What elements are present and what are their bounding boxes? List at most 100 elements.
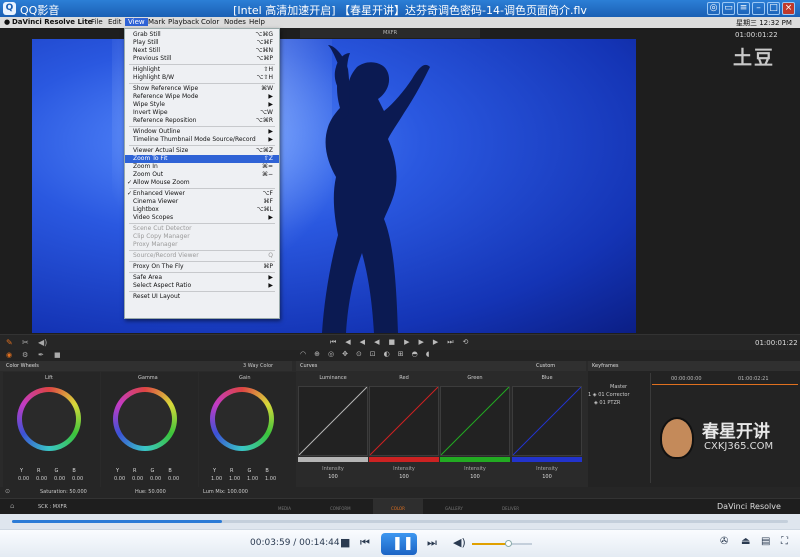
gain-y-value[interactable]: 1.00 (211, 476, 222, 482)
maximize-icon[interactable]: □ (767, 2, 780, 15)
pencil-icon[interactable]: ✎ (6, 338, 13, 347)
menu-color[interactable]: Color (201, 18, 219, 26)
menu-item-viewer-actual-size[interactable]: Viewer Actual Size ⌥⌘Z (125, 147, 279, 155)
playlist-icon[interactable]: ▤ (761, 536, 770, 547)
menu-item-reference-reposition[interactable]: Reference Reposition ⌥⌘R (125, 117, 279, 125)
green-curve[interactable] (440, 386, 510, 456)
transport-controls[interactable]: ⏮◀◀◀■▶▶▶⏭⟲ (330, 338, 477, 347)
menu-item-proxy-on-the-fly[interactable]: Proxy On The Fly ⌘P (125, 263, 279, 271)
menu-item-zoom-out[interactable]: Zoom Out ⌘− (125, 171, 279, 179)
keyframe-row-corrector[interactable]: 1 ◈ 01 Corrector (588, 392, 630, 398)
lift-r-value[interactable]: 0.00 (36, 476, 47, 482)
luminance-curve[interactable] (298, 386, 368, 456)
gain-color-wheel[interactable] (210, 387, 274, 451)
menu-mark[interactable]: Mark (148, 18, 165, 26)
green-intensity-value[interactable]: 100 (440, 474, 510, 480)
menu-item-enhanced-viewer[interactable]: ✓ Enhanced Viewer ⌥F (125, 190, 279, 198)
gain-b-value[interactable]: 1.00 (265, 476, 276, 482)
blue-intensity-value[interactable]: 100 (512, 474, 582, 480)
menu-item-next-still[interactable]: Next Still ⌥⌘N (125, 47, 279, 55)
palette-tabs[interactable]: ◠⊕◎✥⊙⊡◐⊞◓◖ (300, 350, 437, 358)
luminance-intensity-value[interactable]: 100 (298, 474, 368, 480)
app-menu[interactable]: DaVinci Resolve Lite (12, 18, 92, 26)
lum-mix-value[interactable]: Lum Mix: 100.000 (203, 489, 248, 495)
volume-knob[interactable] (505, 540, 512, 547)
minimize-icon[interactable]: – (752, 2, 765, 15)
tab-color[interactable]: COLOR (391, 506, 405, 511)
gamma-color-wheel[interactable] (113, 387, 177, 451)
lift-color-wheel[interactable] (17, 387, 81, 451)
menu-item-window-outline[interactable]: Window Outline ▶ (125, 128, 279, 136)
home-icon[interactable]: ⌂ (10, 502, 14, 510)
lift-g-value[interactable]: 0.00 (54, 476, 65, 482)
pause-button[interactable]: ❚❚ (381, 533, 417, 555)
seek-bar[interactable] (0, 514, 800, 529)
menu-item-play-still[interactable]: Play Still ⌥⌘F (125, 39, 279, 47)
menu-item-select-aspect-ratio[interactable]: Select Aspect Ratio ▶ (125, 282, 279, 290)
menu-item-lightbox[interactable]: Lightbox ⌥⌘L (125, 206, 279, 214)
menu-help[interactable]: Help (249, 18, 265, 26)
tab-gallery[interactable]: GALLERY (445, 506, 463, 511)
lift-b-value[interactable]: 0.00 (72, 476, 83, 482)
red-intensity-value[interactable]: 100 (369, 474, 439, 480)
stop-icon[interactable]: ■ (340, 536, 350, 549)
menu-item-cinema-viewer[interactable]: Cinema Viewer ⌘F (125, 198, 279, 206)
menu-item-allow-mouse-zoom[interactable]: ✓ Allow Mouse Zoom (125, 179, 279, 187)
curves-mode-select[interactable]: Custom (536, 363, 555, 369)
menu-item-previous-still[interactable]: Previous Still ⌥⌘P (125, 55, 279, 63)
gain-g-value[interactable]: 1.00 (247, 476, 258, 482)
blue-curve[interactable] (512, 386, 582, 456)
tab-conform[interactable]: CONFORM (330, 506, 351, 511)
menu-file[interactable]: File (91, 18, 103, 26)
hue-value[interactable]: Hue: 50.000 (135, 489, 166, 495)
menu-item-reset-ui-layout[interactable]: Reset UI Layout (125, 293, 279, 301)
apple-icon[interactable]: ● (4, 18, 10, 26)
eject-icon[interactable]: ⏏ (741, 536, 750, 547)
gain-r-value[interactable]: 1.00 (229, 476, 240, 482)
gamma-g-value[interactable]: 0.00 (150, 476, 161, 482)
red-curve[interactable] (369, 386, 439, 456)
scissors-icon[interactable]: ✂ (22, 338, 29, 347)
tracker-tool-icon[interactable]: ⚙ (22, 351, 28, 359)
reset-icon[interactable]: ⊙ (5, 488, 10, 495)
menu-nodes[interactable]: Nodes (224, 18, 246, 26)
menu-item-timeline-thumbnail-mode-source-record[interactable]: Timeline Thumbnail Mode Source/Record ▶ (125, 136, 279, 144)
menu-item-highlight-b-w[interactable]: Highlight B/W ⌥⇧H (125, 74, 279, 82)
menu-item-zoom-in[interactable]: Zoom In ⌘= (125, 163, 279, 171)
color-wheel-tool-icon[interactable]: ◉ (6, 351, 12, 359)
menu-item-reference-wipe-mode[interactable]: Reference Wipe Mode ▶ (125, 93, 279, 101)
volume-icon[interactable]: ◀) (453, 536, 466, 549)
menu-edit[interactable]: Edit (108, 18, 122, 26)
menu-item-wipe-style[interactable]: Wipe Style ▶ (125, 101, 279, 109)
tab-deliver[interactable]: DELIVER (502, 506, 519, 511)
lift-y-value[interactable]: 0.00 (18, 476, 29, 482)
next-icon[interactable]: ⏭ (427, 536, 437, 550)
eyedropper-icon[interactable]: ✒ (38, 351, 44, 359)
menu-item-safe-area[interactable]: Safe Area ▶ (125, 274, 279, 282)
keyframe-row-ptzr[interactable]: ◈ 01 PTZR (594, 400, 620, 406)
menu-item-video-scopes[interactable]: Video Scopes ▶ (125, 214, 279, 222)
gamma-b-value[interactable]: 0.00 (168, 476, 179, 482)
gamma-r-value[interactable]: 0.00 (132, 476, 143, 482)
menu-item-invert-wipe[interactable]: Invert Wipe ⌥W (125, 109, 279, 117)
tab-media[interactable]: MEDIA (278, 506, 291, 511)
menu-item-zoom-to-fit[interactable]: Zoom To Fit ⇧Z (125, 155, 279, 163)
pin-icon[interactable]: ◎ (707, 2, 720, 15)
keyframe-row-master[interactable]: Master (610, 384, 627, 390)
menu-icon[interactable]: ≡ (737, 2, 750, 15)
camera-icon[interactable]: ■ (54, 351, 61, 359)
menu-playback[interactable]: Playback (168, 18, 199, 26)
wheel-mode-select[interactable]: 3 Way Color (243, 363, 273, 369)
gamma-y-value[interactable]: 0.00 (114, 476, 125, 482)
speaker-icon[interactable]: ◀) (38, 338, 47, 347)
menu-item-grab-still[interactable]: Grab Still ⌥⌘G (125, 31, 279, 39)
menu-item-highlight[interactable]: Highlight ⇧H (125, 66, 279, 74)
menu-view[interactable]: View (125, 18, 148, 26)
skin-icon[interactable]: ▭ (722, 2, 735, 15)
saturation-value[interactable]: Saturation: 50.000 (40, 489, 87, 495)
tools-icon[interactable]: ✇ (720, 536, 728, 547)
previous-icon[interactable]: ⏮ (360, 536, 370, 550)
menu-item-show-reference-wipe[interactable]: Show Reference Wipe ⌘W (125, 85, 279, 93)
close-icon[interactable]: × (782, 2, 795, 15)
fullscreen-icon[interactable]: ⛶ (781, 536, 788, 547)
